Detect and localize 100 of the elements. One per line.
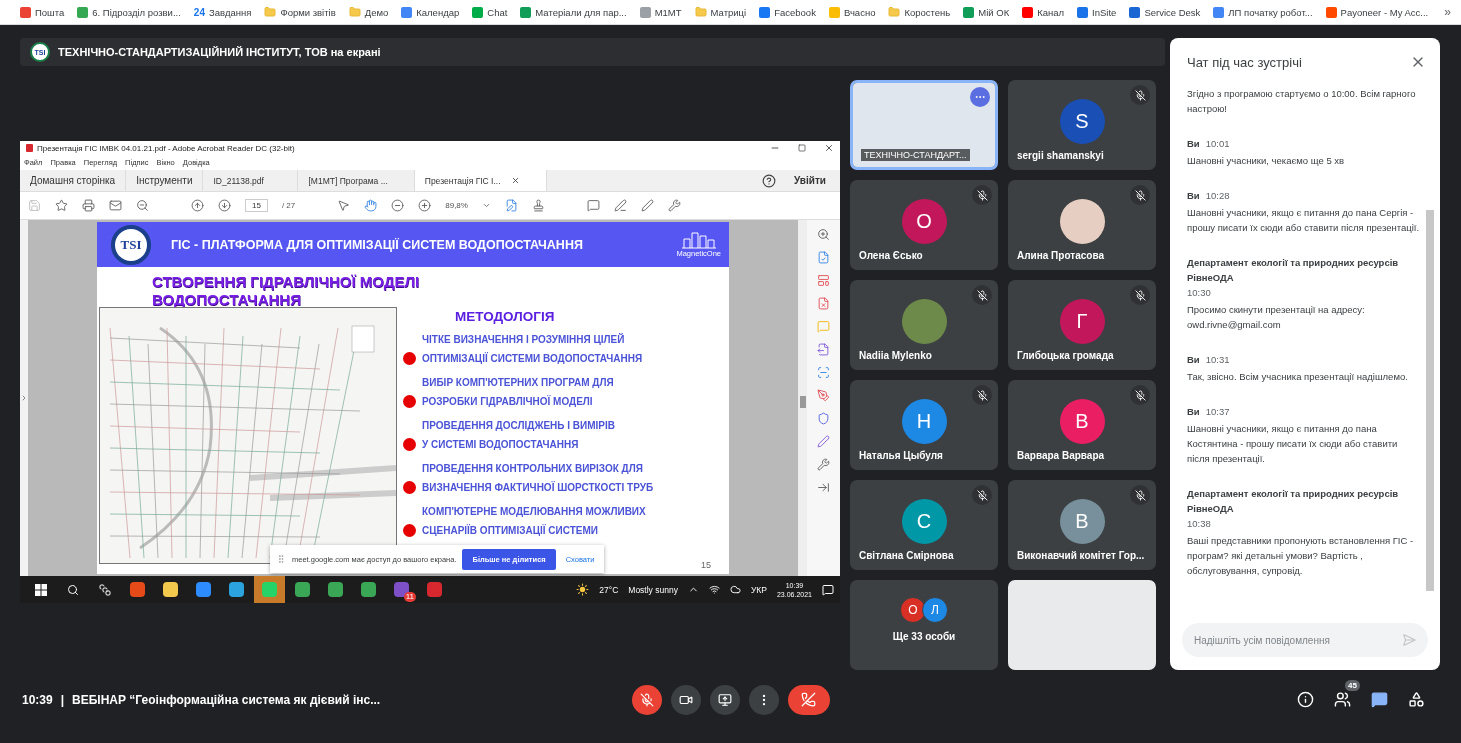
search-icon[interactable] — [67, 583, 79, 596]
tab[interactable]: Домашня сторінка — [20, 170, 127, 191]
help-icon[interactable] — [762, 173, 777, 188]
pointer-icon[interactable] — [337, 199, 351, 212]
tab[interactable]: Презентація ГІС І... — [414, 170, 547, 191]
tool-icon[interactable] — [667, 199, 681, 212]
pen-icon[interactable] — [817, 435, 830, 448]
participant-tile[interactable]: Алина Протасова — [1008, 180, 1156, 270]
people-button[interactable] — [1334, 691, 1351, 708]
cloud-icon[interactable] — [729, 584, 741, 595]
message-time: 10:30 — [1187, 286, 1211, 300]
taskbar-app[interactable]: 11 — [386, 576, 417, 603]
scrollbar[interactable] — [798, 220, 807, 576]
stamp-icon[interactable] — [531, 199, 545, 212]
tab[interactable]: [M1MT] Програма ... — [298, 170, 415, 191]
star-icon[interactable] — [55, 199, 68, 212]
tab[interactable]: Інструменти — [126, 170, 204, 191]
file-x-icon[interactable] — [817, 297, 830, 310]
participant-tile[interactable] — [1008, 580, 1156, 670]
zoom-in-icon[interactable] — [817, 228, 830, 241]
wrench-icon[interactable] — [817, 458, 830, 471]
info-button[interactable] — [1297, 691, 1314, 708]
hand-icon[interactable] — [364, 199, 378, 212]
file-icon[interactable] — [504, 199, 518, 212]
participant-tile[interactable]: В Варвара Варвара — [1008, 380, 1156, 470]
message-input[interactable]: Надішліть усім повідомлення — [1182, 623, 1428, 657]
comment-icon[interactable] — [586, 199, 600, 212]
file-check-icon[interactable] — [817, 251, 830, 264]
language-indicator[interactable]: УКР — [750, 584, 767, 595]
bookmark[interactable]: Facebook — [759, 6, 816, 18]
bookmark[interactable]: Форми звітів — [264, 6, 336, 18]
participant-tile[interactable]: В Виконавчий комітет Гор... — [1008, 480, 1156, 570]
bookmark[interactable]: ЛП початку робот... — [1213, 6, 1313, 18]
file-export-icon[interactable] — [817, 343, 830, 356]
activities-button[interactable] — [1408, 691, 1425, 708]
sign-in-link[interactable]: Увійти — [794, 175, 826, 186]
shield-icon[interactable] — [817, 412, 830, 425]
close-icon[interactable] — [824, 143, 834, 153]
page-field[interactable]: 15 — [245, 199, 268, 212]
participant-tile[interactable]: О Л Ще 33 особи — [850, 580, 998, 670]
participant-tile[interactable]: Nadiia Mylenko — [850, 280, 998, 370]
bookmark[interactable]: Матеріали для пар... — [520, 6, 627, 18]
bookmark[interactable]: Payoneer - My Acc... — [1325, 6, 1429, 18]
arrow-down-icon[interactable] — [218, 199, 231, 212]
camera-button[interactable] — [670, 684, 701, 715]
participant-tile[interactable]: S sergii shamanskyi — [1008, 80, 1156, 170]
bookmark[interactable]: InSite — [1077, 6, 1117, 18]
bookmark[interactable]: Пошта — [20, 6, 65, 18]
expand-icon[interactable] — [20, 394, 28, 402]
collapse-icon[interactable] — [817, 481, 830, 494]
bookmark[interactable]: 6. Підрозділ розви... — [77, 6, 181, 18]
more-bookmarks[interactable]: » — [1444, 5, 1451, 19]
caret-icon[interactable] — [481, 201, 491, 210]
bookmark[interactable]: 24 Завдання — [193, 6, 252, 18]
weather-text[interactable]: Mostly sunny — [628, 584, 678, 595]
close-icon[interactable] — [510, 176, 520, 185]
pen-icon[interactable] — [613, 199, 627, 212]
present-button[interactable] — [709, 684, 740, 715]
bookmark[interactable]: Канал — [1022, 6, 1065, 18]
leave-call-button[interactable] — [787, 684, 830, 715]
grip-icon[interactable] — [276, 554, 286, 564]
scan-icon[interactable] — [817, 366, 830, 379]
layout-icon[interactable] — [817, 274, 830, 287]
notification-icon[interactable] — [822, 583, 834, 596]
sign-icon[interactable] — [640, 199, 654, 212]
chat-button[interactable] — [1371, 691, 1388, 708]
bookmark[interactable]: Мій ОК — [963, 6, 1010, 18]
bookmark[interactable]: Service Desk — [1129, 6, 1201, 18]
sun-icon[interactable] — [576, 583, 590, 596]
plus-icon[interactable] — [418, 199, 432, 212]
pen-tool-icon[interactable] — [817, 389, 830, 402]
bookmark[interactable]: Календар — [401, 6, 460, 18]
maximize-icon[interactable] — [798, 144, 806, 152]
bookmark[interactable]: Демо — [348, 6, 389, 18]
microphone-button[interactable] — [631, 684, 662, 715]
bookmark[interactable]: М1МТ — [639, 6, 682, 18]
bookmark[interactable]: Вчасно — [828, 6, 876, 18]
participant-tile[interactable]: О Олена Єсько — [850, 180, 998, 270]
participant-tile[interactable]: Г Глибоцька громада — [1008, 280, 1156, 370]
zoom-out-icon[interactable] — [136, 199, 149, 212]
minus-icon[interactable] — [391, 199, 405, 212]
participant-tile[interactable]: С Світлана Смірнова — [850, 480, 998, 570]
participant-tile[interactable]: ТЕХНІЧНО-СТАНДАРТ... — [850, 80, 998, 170]
windows-icon[interactable] — [35, 583, 47, 596]
participant-tile[interactable]: Н Наталья Цыбуля — [850, 380, 998, 470]
temperature[interactable]: 27°C — [599, 584, 619, 595]
bookmark[interactable]: Коростень — [888, 6, 951, 18]
page-number: 15 — [701, 560, 711, 570]
zoom-level[interactable]: 89,8% — [445, 201, 468, 210]
scrollbar[interactable] — [1426, 210, 1434, 591]
bookmark[interactable]: Матриці — [694, 6, 747, 18]
mail-icon[interactable] — [109, 199, 122, 212]
arrow-up-icon[interactable] — [191, 199, 204, 212]
network-icon[interactable] — [708, 584, 720, 595]
site-icon — [472, 6, 484, 18]
tab[interactable]: ID_21138.pdf — [203, 170, 299, 191]
bookmark[interactable]: Chat — [472, 6, 508, 18]
task-view-icon[interactable] — [99, 583, 111, 596]
print-icon[interactable] — [82, 199, 95, 212]
site-icon — [1213, 6, 1225, 18]
